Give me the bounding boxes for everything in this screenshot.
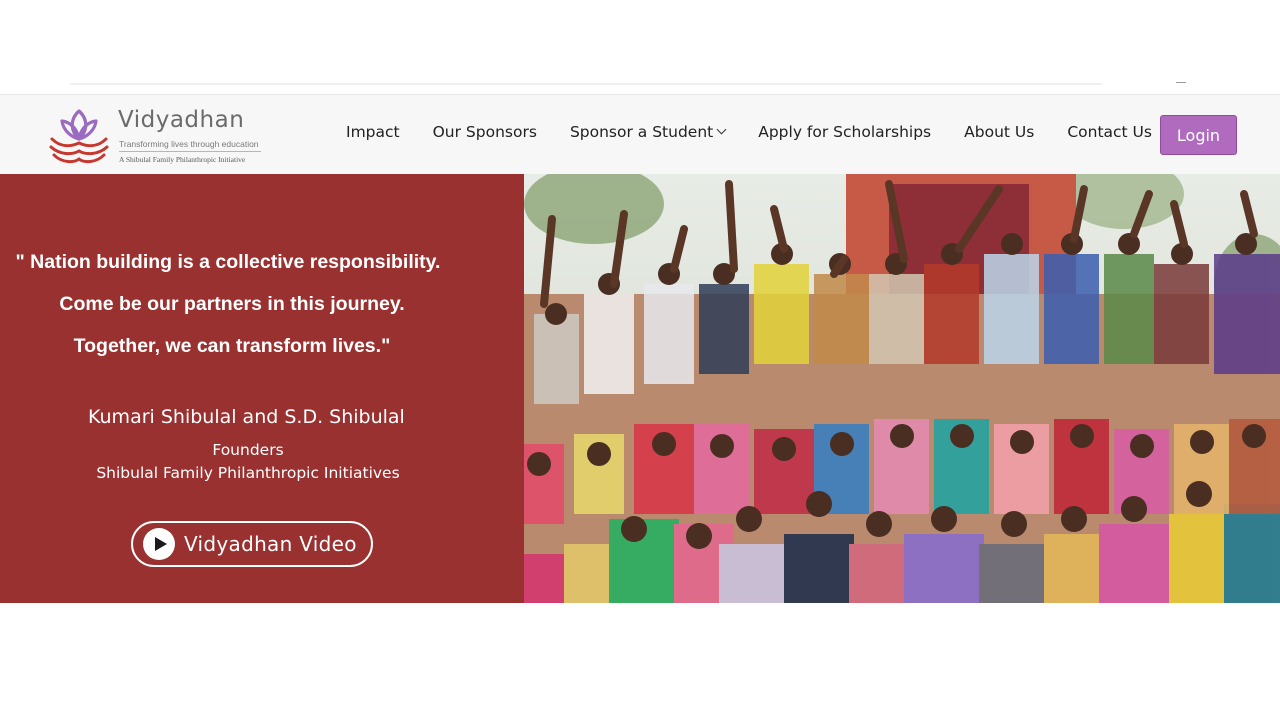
- main-nav: Impact Our Sponsors Sponsor a Student Ap…: [346, 123, 1185, 141]
- site-header: Vidyadhan Transforming lives through edu…: [0, 94, 1280, 174]
- founders-role: Founders: [212, 441, 284, 459]
- nav-sponsor-a-student[interactable]: Sponsor a Student: [569, 123, 727, 141]
- minimize-mark: [1176, 82, 1186, 83]
- students-group-photo: [484, 174, 1280, 603]
- video-button-label: Vidyadhan Video: [184, 532, 357, 556]
- chevron-down-icon: [716, 124, 727, 134]
- hero-banner: " Nation building is a collective respon…: [0, 174, 1280, 603]
- quote-line-3: Together, we can transform lives.": [73, 335, 391, 357]
- browser-top-area: [0, 0, 1280, 94]
- nav-apply-for-scholarships[interactable]: Apply for Scholarships: [758, 123, 931, 141]
- nav-about-us[interactable]: About Us: [964, 123, 1034, 141]
- play-icon: [143, 528, 175, 560]
- top-divider: [70, 83, 1102, 85]
- founders-org: Shibulal Family Philanthropic Initiative…: [96, 464, 400, 482]
- nav-sponsor-a-student-label: Sponsor a Student: [569, 123, 714, 141]
- video-button[interactable]: Vidyadhan Video: [131, 521, 373, 567]
- site-logo[interactable]: Vidyadhan Transforming lives through edu…: [46, 103, 276, 169]
- quote-line-1: " Nation building is a collective respon…: [15, 251, 441, 273]
- nav-our-sponsors[interactable]: Our Sponsors: [433, 123, 537, 141]
- brand-tagline: Transforming lives through education: [119, 139, 259, 149]
- login-button[interactable]: Login: [1160, 115, 1237, 155]
- lotus-logo-icon: [49, 109, 109, 164]
- logo-divider: [119, 151, 261, 152]
- nav-contact-us[interactable]: Contact Us: [1067, 123, 1152, 141]
- quote-panel: " Nation building is a collective respon…: [0, 174, 524, 603]
- founders-names: Kumari Shibulal and S.D. Shibulal: [88, 406, 405, 428]
- brand-name: Vidyadhan: [118, 107, 245, 133]
- nav-impact[interactable]: Impact: [346, 123, 400, 141]
- quote-line-2: Come be our partners in this journey.: [59, 293, 405, 315]
- brand-subline: A Shibulal Family Philanthropic Initiati…: [119, 155, 246, 164]
